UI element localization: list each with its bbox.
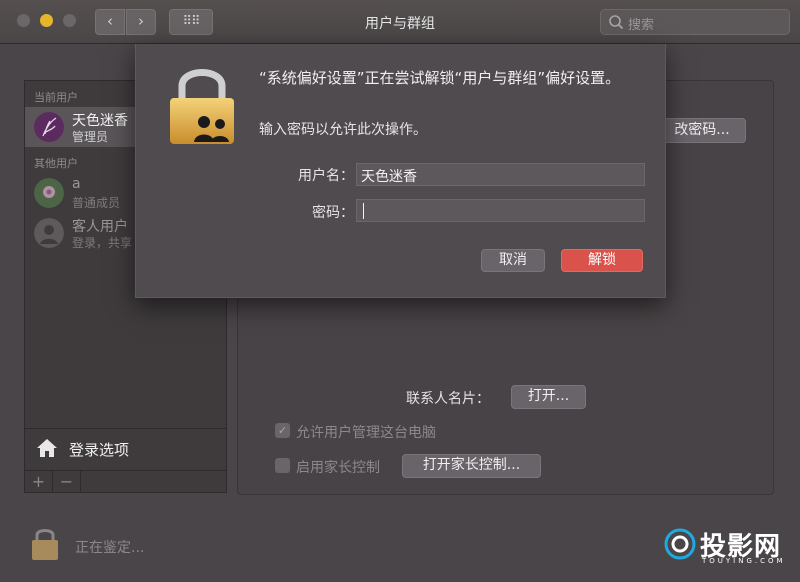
flower-avatar-icon bbox=[34, 178, 64, 208]
user-name: 天色迷香 bbox=[72, 113, 128, 129]
password-field[interactable] bbox=[356, 199, 645, 222]
title-bar: ‹ › ⠿⠿ 用户与群组 搜索 bbox=[0, 0, 800, 44]
add-user-button[interactable]: + bbox=[25, 471, 53, 493]
auth-dialog: “系统偏好设置”正在尝试解锁“用户与群组”偏好设置。 输入密码以允许此次操作。 … bbox=[135, 44, 666, 298]
guest-avatar-icon bbox=[34, 218, 64, 248]
user-name: a bbox=[72, 176, 81, 192]
user-role: 管理员 bbox=[72, 130, 109, 144]
allow-admin-checkbox[interactable]: ✓ bbox=[275, 423, 290, 438]
current-users-heading: 当前用户 bbox=[34, 91, 78, 104]
lock-icon[interactable] bbox=[28, 524, 62, 562]
auth-dialog-subtitle: 输入密码以允许此次操作。 bbox=[259, 122, 427, 138]
cancel-button[interactable]: 取消 bbox=[481, 249, 545, 272]
text-cursor bbox=[363, 203, 364, 219]
username-field[interactable]: 天色迷香 bbox=[356, 163, 645, 186]
login-options-label: 登录选项 bbox=[69, 441, 130, 459]
contact-card-label: 联系人名片： bbox=[406, 391, 490, 407]
search-icon bbox=[609, 15, 624, 30]
status-text: 正在鉴定... bbox=[75, 540, 145, 556]
open-contact-button[interactable]: 打开... bbox=[511, 385, 586, 409]
add-remove-bar: + − bbox=[25, 470, 226, 493]
user-name: 客人用户 bbox=[72, 219, 128, 235]
parental-controls-label: 启用家长控制 bbox=[296, 460, 380, 476]
watermark-circle-icon bbox=[664, 528, 696, 560]
other-users-heading: 其他用户 bbox=[34, 157, 78, 170]
watermark-logo: 投影网 TOUYING.COM bbox=[664, 526, 790, 568]
remove-user-button[interactable]: − bbox=[53, 471, 81, 493]
search-field[interactable]: 搜索 bbox=[600, 9, 790, 35]
auth-dialog-title: “系统偏好设置”正在尝试解锁“用户与群组”偏好设置。 bbox=[259, 69, 621, 87]
unlock-button[interactable]: 解锁 bbox=[561, 249, 643, 272]
lock-with-users-icon bbox=[170, 69, 234, 144]
user-role: 登录，共享 bbox=[72, 236, 133, 250]
allow-admin-label: 允许用户管理这台电脑 bbox=[296, 425, 436, 441]
change-password-button[interactable]: 改密码... bbox=[658, 118, 746, 143]
house-icon bbox=[37, 439, 57, 457]
feather-avatar-icon bbox=[34, 112, 64, 142]
login-options-item[interactable]: 登录选项 bbox=[25, 428, 226, 468]
user-role: 普通成员 bbox=[72, 196, 121, 210]
username-label: 用户名： bbox=[298, 168, 354, 184]
search-placeholder: 搜索 bbox=[628, 18, 655, 33]
parental-controls-checkbox[interactable] bbox=[275, 458, 290, 473]
password-label: 密码： bbox=[312, 205, 354, 221]
watermark-subtext: TOUYING.COM bbox=[702, 557, 786, 565]
open-parental-controls-button[interactable]: 打开家长控制... bbox=[402, 454, 541, 478]
